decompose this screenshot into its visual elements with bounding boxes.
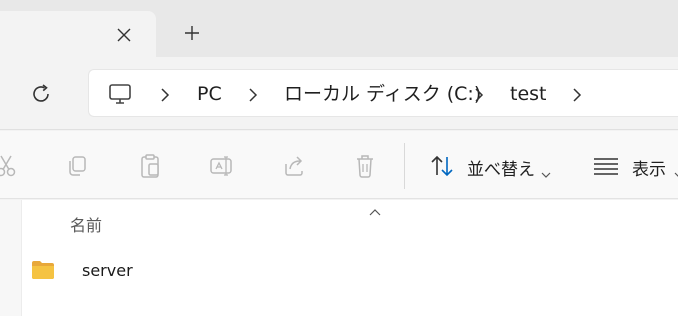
navigation-pane xyxy=(0,200,22,316)
sort-ascending-icon xyxy=(368,201,382,216)
list-item[interactable]: server xyxy=(22,256,422,286)
view-button-label[interactable]: 表示 xyxy=(632,155,666,180)
plus-icon[interactable] xyxy=(180,21,204,45)
delete-icon[interactable] xyxy=(351,152,379,180)
copy-icon[interactable] xyxy=(63,152,91,180)
chevron-right-icon[interactable] xyxy=(571,87,583,102)
cut-icon[interactable] xyxy=(0,152,20,180)
file-list: 名前 server xyxy=(22,200,678,316)
rename-icon[interactable] xyxy=(208,152,236,180)
breadcrumb-local-disk[interactable]: ローカル ディスク (C:) xyxy=(284,82,481,106)
paste-icon[interactable] xyxy=(136,152,164,180)
view-icon[interactable] xyxy=(592,152,620,180)
sort-button-label[interactable]: 並べ替え xyxy=(467,155,535,180)
chevron-right-icon[interactable] xyxy=(247,87,259,102)
close-icon[interactable] xyxy=(112,23,136,47)
address-row: PC ローカル ディスク (C:) test xyxy=(0,57,678,130)
breadcrumb-test[interactable]: test xyxy=(510,82,547,106)
chevron-down-icon[interactable] xyxy=(674,164,678,183)
chevron-right-icon[interactable] xyxy=(473,87,485,102)
chevron-right-icon[interactable] xyxy=(159,87,171,102)
sort-icon[interactable] xyxy=(428,152,456,180)
address-bar[interactable]: PC ローカル ディスク (C:) test xyxy=(88,69,678,117)
tab-strip xyxy=(0,0,678,57)
chevron-down-icon[interactable] xyxy=(541,164,551,183)
toolbar-divider xyxy=(404,143,405,189)
folder-icon xyxy=(31,260,55,284)
command-bar: 並べ替え 表示 xyxy=(0,131,678,199)
share-icon[interactable] xyxy=(281,152,309,180)
file-name[interactable]: server xyxy=(82,261,133,280)
breadcrumb-pc[interactable]: PC xyxy=(197,82,222,106)
column-header-name[interactable]: 名前 xyxy=(70,212,102,236)
refresh-icon[interactable] xyxy=(28,81,54,107)
monitor-icon[interactable] xyxy=(108,83,132,109)
